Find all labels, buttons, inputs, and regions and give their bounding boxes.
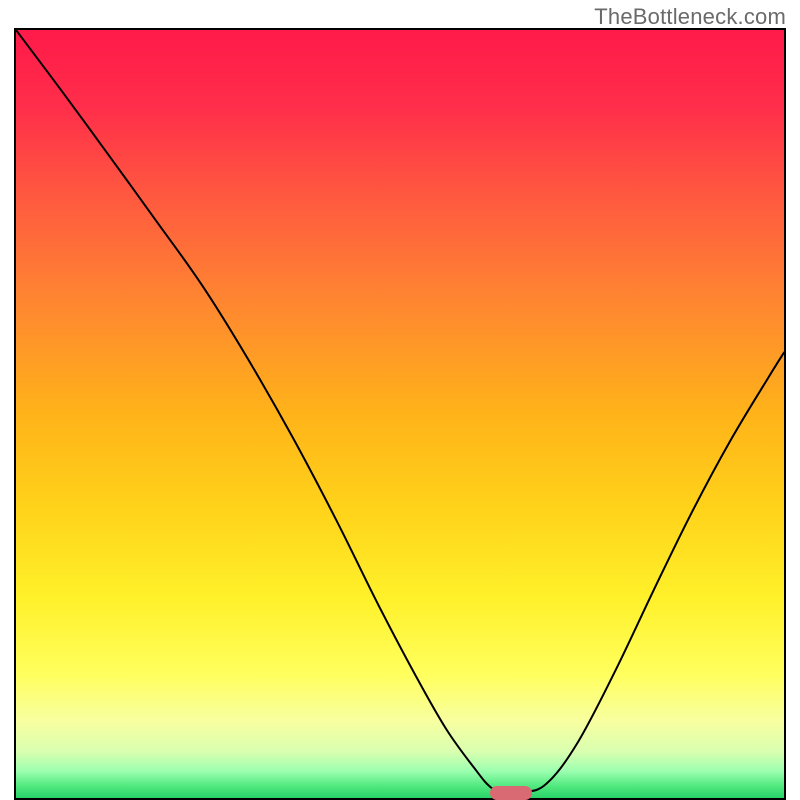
optimum-marker	[490, 786, 532, 800]
plot-frame	[14, 28, 786, 800]
bottleneck-curve	[16, 30, 784, 798]
watermark-text: TheBottleneck.com	[594, 4, 786, 30]
